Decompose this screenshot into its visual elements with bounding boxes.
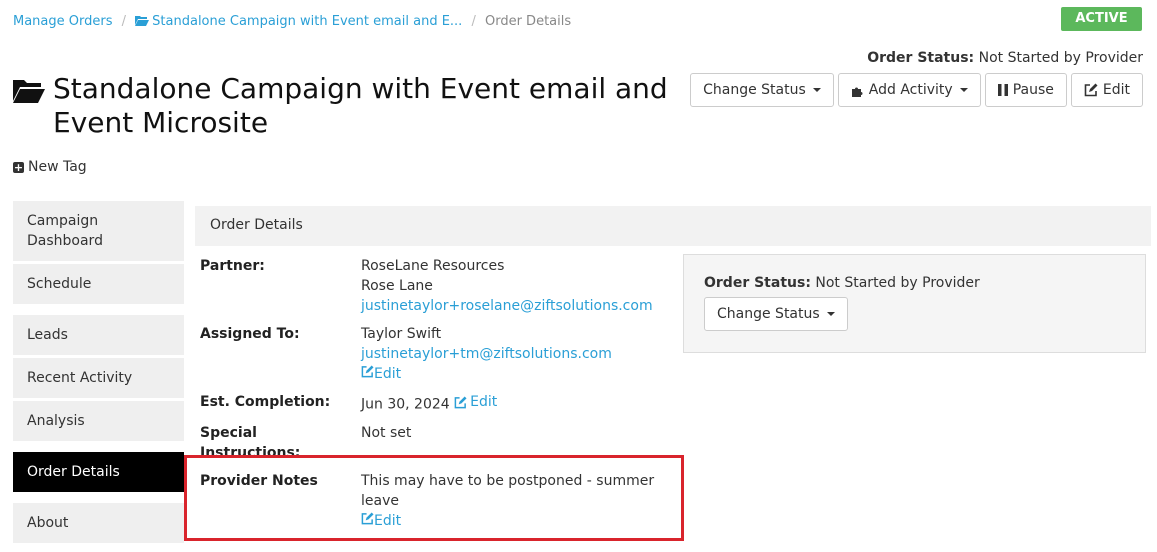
add-activity-button[interactable]: Add Activity xyxy=(837,73,981,107)
edit-icon xyxy=(361,365,374,378)
caret-down-icon xyxy=(959,88,968,92)
folder-open-icon xyxy=(13,80,45,103)
status-panel-change-status-button[interactable]: Change Status xyxy=(704,297,848,331)
status-panel-change-status-label: Change Status xyxy=(717,306,820,322)
partner-email-link[interactable]: justinetaylor+roselane@ziftsolutions.com xyxy=(361,296,670,316)
toolbar: Change Status Add Activity Pause Edit xyxy=(690,73,1143,107)
new-tag-label: New Tag xyxy=(28,159,87,175)
status-panel: Order Status: Not Started by Provider Ch… xyxy=(683,254,1146,353)
breadcrumb-campaign[interactable]: Standalone Campaign with Event email and… xyxy=(135,14,466,29)
order-status-summary: Order Status: Not Started by Provider xyxy=(867,50,1143,66)
est-completion-edit-link[interactable]: Edit xyxy=(454,392,497,412)
page-title: Standalone Campaign with Event email and… xyxy=(53,72,668,139)
status-panel-value: Not Started by Provider xyxy=(815,275,980,291)
edit-button[interactable]: Edit xyxy=(1070,73,1143,107)
est-completion-value: Jun 30, 2024 Edit xyxy=(361,392,670,415)
new-tag-link[interactable]: + New Tag xyxy=(13,159,87,175)
partner-company: RoseLane Resources xyxy=(361,258,505,274)
sidebar-item-schedule[interactable]: Schedule xyxy=(13,264,184,304)
sidebar: Campaign Dashboard Schedule Leads Recent… xyxy=(13,201,184,546)
pause-label: Pause xyxy=(1012,82,1054,98)
sidebar-item-campaign-dashboard[interactable]: Campaign Dashboard xyxy=(13,201,184,261)
assigned-email-link[interactable]: justinetaylor+tm@ziftsolutions.com xyxy=(361,344,670,364)
sidebar-item-recent-activity[interactable]: Recent Activity xyxy=(13,358,184,398)
title-block: Standalone Campaign with Event email and… xyxy=(13,72,693,140)
panel-header: Order Details xyxy=(195,206,1151,246)
detail-row-partner: Partner: RoseLane Resources Rose Lane ju… xyxy=(200,256,670,316)
edit-label: Edit xyxy=(1102,82,1130,98)
sidebar-item-order-details[interactable]: Order Details xyxy=(13,452,184,492)
est-completion-edit-label: Edit xyxy=(470,394,498,410)
assigned-label: Assigned To: xyxy=(200,326,300,342)
caret-down-icon xyxy=(812,88,821,92)
add-activity-label: Add Activity xyxy=(868,82,953,98)
detail-row-assigned: Assigned To: Taylor Swift justinetaylor+… xyxy=(200,324,670,384)
pause-button[interactable]: Pause xyxy=(984,73,1067,107)
change-status-button[interactable]: Change Status xyxy=(690,73,834,107)
breadcrumb: Manage Orders / Standalone Campaign with… xyxy=(13,14,571,29)
partner-value: RoseLane Resources Rose Lane justinetayl… xyxy=(361,256,670,316)
assigned-value: Taylor Swift justinetaylor+tm@ziftsoluti… xyxy=(361,324,670,384)
order-status-value: Not Started by Provider xyxy=(978,50,1143,66)
partner-label: Partner: xyxy=(200,258,265,274)
folder-open-icon xyxy=(135,16,150,26)
change-status-label: Change Status xyxy=(703,82,806,98)
sidebar-item-analysis[interactable]: Analysis xyxy=(13,401,184,441)
status-panel-text: Order Status: Not Started by Provider xyxy=(704,275,1125,291)
order-status-label: Order Status: xyxy=(867,50,975,66)
pause-icon xyxy=(997,84,1008,96)
assigned-edit-link[interactable]: Edit xyxy=(361,364,670,384)
breadcrumb-current: Order Details xyxy=(484,14,572,29)
breadcrumb-campaign-label: Standalone Campaign with Event email and… xyxy=(152,14,463,29)
edit-icon xyxy=(454,395,467,408)
edit-icon xyxy=(1084,83,1098,97)
partner-name: Rose Lane xyxy=(361,278,433,294)
est-completion-date: Jun 30, 2024 xyxy=(361,396,450,413)
puzzle-icon xyxy=(851,87,863,97)
assigned-name: Taylor Swift xyxy=(361,326,442,342)
status-badge: ACTIVE xyxy=(1061,7,1142,31)
sidebar-item-about[interactable]: About xyxy=(13,503,184,543)
breadcrumb-separator: / xyxy=(121,14,127,29)
sidebar-item-leads[interactable]: Leads xyxy=(13,315,184,355)
est-completion-label: Est. Completion: xyxy=(200,394,331,410)
detail-row-est-completion: Est. Completion: Jun 30, 2024 Edit xyxy=(200,392,670,415)
provider-notes-highlight xyxy=(184,455,684,541)
status-panel-label: Order Status: xyxy=(704,275,811,291)
caret-down-icon xyxy=(826,312,835,316)
plus-square-icon: + xyxy=(13,160,24,174)
assigned-edit-label: Edit xyxy=(374,366,402,382)
breadcrumb-separator: / xyxy=(471,14,476,29)
breadcrumb-manage-orders[interactable]: Manage Orders xyxy=(13,14,113,29)
